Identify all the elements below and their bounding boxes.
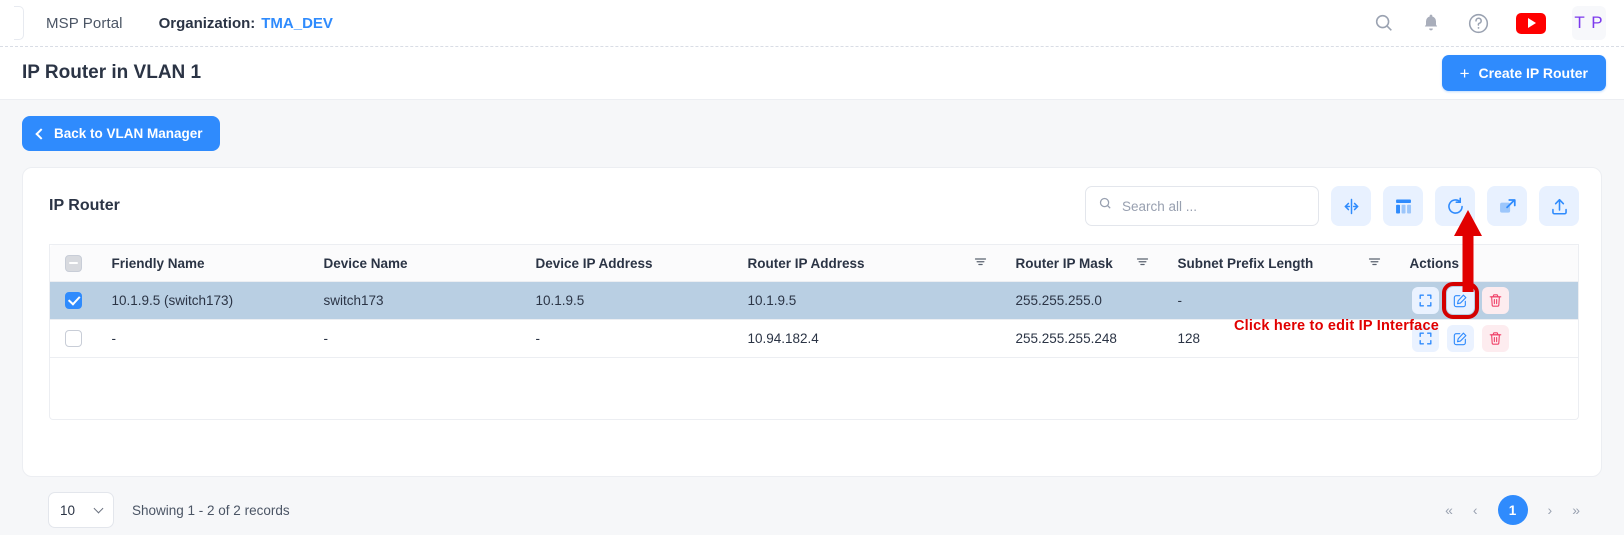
page-size-value: 10	[60, 502, 76, 518]
cell-device-ip-address: 10.1.9.5	[521, 281, 734, 320]
chevron-left-icon	[35, 127, 47, 140]
cell-router-ip-mask: 255.255.255.0	[1001, 281, 1164, 320]
page-1-button[interactable]: 1	[1497, 495, 1528, 525]
prev-page-button[interactable]: ‹	[1473, 502, 1478, 518]
row-select-cell	[49, 281, 98, 320]
filter-icon[interactable]	[1135, 254, 1150, 272]
next-page-button[interactable]: ›	[1548, 502, 1553, 518]
back-button-label: Back to VLAN Manager	[54, 126, 203, 141]
column-router-ip-mask[interactable]: Router IP Mask	[1001, 244, 1164, 282]
edit-icon[interactable]	[1446, 325, 1474, 352]
card-header: IP Router	[23, 168, 1601, 226]
card-title: IP Router	[49, 197, 120, 214]
app-root: MSP Portal Organization: TMA_DEV T P IP …	[0, 0, 1624, 535]
back-to-vlan-manager-button[interactable]: Back to VLAN Manager	[22, 116, 220, 151]
filter-icon[interactable]	[973, 254, 988, 272]
row-checkbox[interactable]	[65, 330, 83, 347]
search-input[interactable]	[1122, 198, 1306, 214]
column-label: Device IP Address	[535, 255, 653, 271]
fullscreen-icon[interactable]	[1411, 287, 1439, 314]
card-toolbar	[1085, 186, 1579, 226]
select-all-checkbox[interactable]	[65, 254, 83, 272]
column-friendly-name[interactable]: Friendly Name	[97, 244, 310, 282]
sidebar-toggle-edge[interactable]	[14, 6, 24, 40]
column-device-name[interactable]: Device Name	[309, 244, 522, 282]
chevron-down-icon	[93, 503, 104, 514]
annotation-text: Click here to edit IP Interface	[1234, 318, 1439, 334]
cell-router-ip-address: 10.94.182.4	[733, 319, 1002, 358]
help-icon[interactable]	[1467, 12, 1490, 35]
select-all-header	[49, 244, 98, 282]
table-header-row: Friendly Name Device Name Device IP Addr…	[49, 244, 1579, 282]
filter-icon[interactable]	[1367, 254, 1382, 272]
create-ip-router-label: Create IP Router	[1478, 65, 1588, 81]
table-empty-area	[49, 358, 1579, 420]
top-bar-left: MSP Portal Organization: TMA_DEV	[0, 6, 333, 40]
export-icon[interactable]	[1539, 186, 1579, 226]
top-bar: MSP Portal Organization: TMA_DEV T P	[0, 0, 1624, 47]
page-title: IP Router in VLAN 1	[22, 62, 202, 83]
last-page-button[interactable]: »	[1572, 502, 1580, 518]
cell-device-name: switch173	[309, 281, 522, 320]
search-icon	[1098, 196, 1113, 216]
fit-columns-icon[interactable]	[1331, 186, 1371, 226]
bell-icon[interactable]	[1421, 13, 1441, 33]
table-row[interactable]: 10.1.9.5 (switch173) switch173 10.1.9.5 …	[49, 281, 1579, 320]
create-ip-router-button[interactable]: + Create IP Router	[1441, 55, 1606, 91]
cell-subnet-prefix-length: -	[1163, 281, 1396, 320]
column-label: Device Name	[323, 255, 408, 271]
table-head: Friendly Name Device Name Device IP Addr…	[49, 244, 1579, 282]
column-label: Actions	[1409, 255, 1460, 271]
first-page-button[interactable]: «	[1445, 502, 1453, 518]
cell-device-name: -	[309, 319, 522, 358]
cell-friendly-name: -	[97, 319, 310, 358]
column-label: Friendly Name	[111, 255, 205, 271]
cell-router-ip-address: 10.1.9.5	[733, 281, 1002, 320]
column-device-ip-address[interactable]: Device IP Address	[521, 244, 734, 282]
pagination: « ‹ 1 › »	[1445, 495, 1580, 525]
cell-device-ip-address: -	[521, 319, 734, 358]
avatar[interactable]: T P	[1572, 6, 1606, 40]
records-summary: Showing 1 - 2 of 2 records	[132, 502, 290, 518]
cell-friendly-name: 10.1.9.5 (switch173)	[97, 281, 310, 320]
ip-router-table: Friendly Name Device Name Device IP Addr…	[49, 244, 1579, 358]
column-label: Subnet Prefix Length	[1177, 255, 1314, 271]
brand-label[interactable]: MSP Portal	[46, 15, 123, 32]
cell-router-ip-mask: 255.255.255.248	[1001, 319, 1164, 358]
expand-icon[interactable]	[1487, 186, 1527, 226]
back-row: Back to VLAN Manager	[22, 100, 1602, 151]
youtube-icon[interactable]	[1516, 12, 1546, 34]
ip-router-card: IP Router Search all ... Friendly Name D…	[22, 167, 1602, 477]
column-subnet-prefix-length[interactable]: Subnet Prefix Length	[1163, 244, 1396, 282]
plus-icon: +	[1459, 63, 1470, 83]
search-box[interactable]	[1085, 186, 1319, 226]
organization-value[interactable]: TMA_DEV	[261, 15, 333, 32]
column-settings-icon[interactable]	[1383, 186, 1423, 226]
organization-label: Organization:	[158, 14, 256, 32]
column-label: Router IP Address	[747, 255, 865, 271]
annotation-arrow	[1454, 210, 1482, 292]
page-header: IP Router in VLAN 1 + Create IP Router	[0, 47, 1624, 100]
row-checkbox[interactable]	[65, 292, 83, 309]
top-bar-right: T P	[1373, 6, 1624, 40]
page-body: Back to VLAN Manager IP Router Search al…	[0, 100, 1624, 535]
table-footer: 10 Showing 1 - 2 of 2 records « ‹ 1 › »	[22, 479, 1602, 535]
delete-icon[interactable]	[1481, 325, 1509, 352]
column-router-ip-address[interactable]: Router IP Address	[733, 244, 1002, 282]
page-size-select[interactable]: 10	[48, 492, 114, 528]
column-label: Router IP Mask	[1015, 255, 1113, 271]
search-icon[interactable]	[1373, 12, 1395, 34]
row-select-cell	[49, 319, 98, 358]
